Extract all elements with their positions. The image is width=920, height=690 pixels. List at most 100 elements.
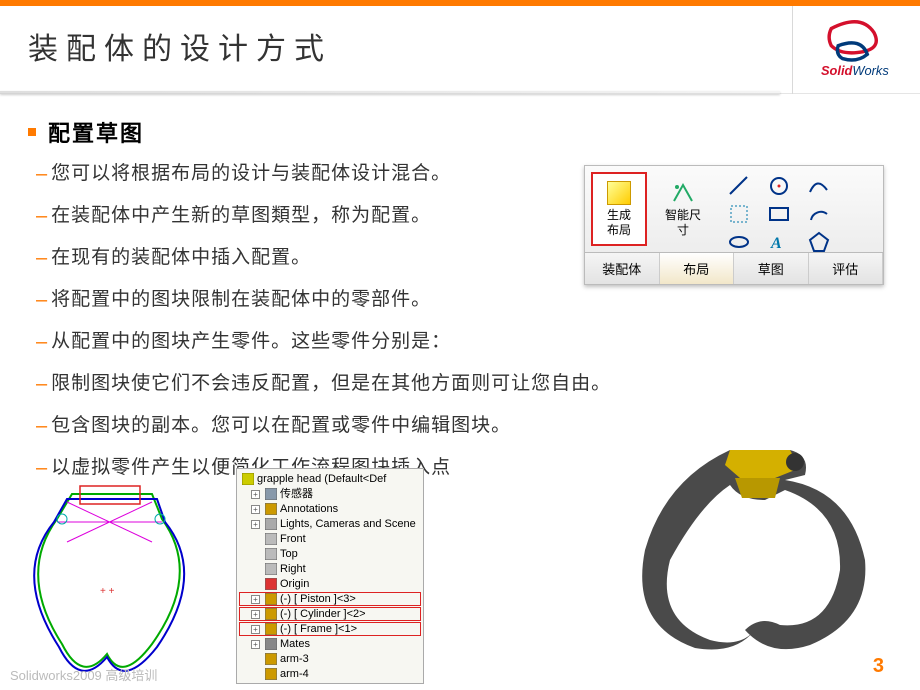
tree-label: (-) [ Frame ]<1> bbox=[280, 622, 357, 636]
tree-item[interactable]: + Mates bbox=[239, 637, 421, 651]
tab-layout[interactable]: 布局 bbox=[660, 253, 735, 284]
tree-node-icon bbox=[265, 608, 277, 620]
tree-label: link-2 bbox=[280, 682, 306, 684]
tree-label: Right bbox=[280, 562, 306, 576]
tree-label: Front bbox=[280, 532, 306, 546]
title-zone: 装配体的设计方式 bbox=[0, 6, 792, 94]
tree-node-icon bbox=[265, 623, 277, 635]
tree-label: Lights, Cameras and Scene bbox=[280, 517, 416, 531]
dimension-icon bbox=[671, 181, 695, 205]
svg-text:SolidWorks: SolidWorks bbox=[821, 63, 889, 78]
tree-label: Mates bbox=[280, 637, 310, 651]
toolbar-buttons-row: 生成 布局 智能尺 寸 A bbox=[585, 166, 883, 252]
feature-tree: grapple head (Default<Def + 传感器 + Annotatio… bbox=[236, 468, 424, 684]
tree-label: (-) [ Piston ]<3> bbox=[280, 592, 356, 606]
dash-icon: – bbox=[36, 244, 47, 272]
tree-item[interactable]: Top bbox=[239, 547, 421, 561]
tree-node-icon bbox=[265, 593, 277, 605]
btn-label: 智能尺 bbox=[665, 208, 701, 223]
text-icon[interactable]: A bbox=[767, 230, 791, 254]
polygon-icon[interactable] bbox=[807, 230, 831, 254]
tree-label: (-) [ Cylinder ]<2> bbox=[280, 607, 366, 621]
dash-icon: – bbox=[36, 202, 47, 230]
page-title: 装配体的设计方式 bbox=[28, 24, 792, 68]
tree-label: Annotations bbox=[280, 502, 338, 516]
dash-icon: – bbox=[36, 328, 47, 356]
content: 配置草图 –您可以将根据布局的设计与装配体设计混合。 –在装配体中产生新的草图類… bbox=[0, 94, 920, 482]
tree-item[interactable]: + Lights, Cameras and Scene bbox=[239, 517, 421, 531]
expand-icon[interactable]: + bbox=[251, 595, 260, 604]
expand-icon[interactable]: + bbox=[251, 505, 260, 514]
tree-item[interactable]: + (-) [ Piston ]<3> bbox=[239, 592, 421, 606]
tree-label: 传感器 bbox=[280, 487, 313, 501]
tree-node-icon bbox=[265, 668, 277, 680]
layout-icon bbox=[607, 181, 631, 205]
svg-text:+ +: + + bbox=[100, 586, 115, 597]
bullet-item: –从配置中的图块产生零件。这些零件分别是： bbox=[28, 328, 892, 356]
tree-node-icon bbox=[265, 518, 277, 530]
svg-text:A: A bbox=[770, 235, 782, 252]
toolbar-tabs: 装配体 布局 草图 评估 bbox=[585, 252, 883, 284]
arc-icon[interactable] bbox=[807, 202, 831, 226]
expand-icon[interactable]: + bbox=[251, 640, 260, 649]
bullet-item: –限制图块使它们不会违反配置，但是在其他方面则可让您自由。 bbox=[28, 370, 892, 398]
solidworks-logo-icon: SolidWorks bbox=[812, 20, 902, 80]
expand-icon[interactable]: + bbox=[251, 625, 260, 634]
tree-item[interactable]: + 传感器 bbox=[239, 487, 421, 501]
tree-node-icon bbox=[265, 548, 277, 560]
tree-item[interactable]: Origin bbox=[239, 577, 421, 591]
dash-icon: – bbox=[36, 370, 47, 398]
line-icon[interactable] bbox=[727, 174, 751, 198]
tree-item[interactable]: + Annotations bbox=[239, 502, 421, 516]
logo: SolidWorks bbox=[792, 6, 920, 94]
dash-icon: – bbox=[36, 160, 47, 188]
tree-item[interactable]: + (-) [ Frame ]<1> bbox=[239, 622, 421, 636]
tree-item[interactable]: + (-) [ Cylinder ]<2> bbox=[239, 607, 421, 621]
tree-item[interactable]: link-2 bbox=[239, 682, 421, 684]
expand-icon[interactable]: + bbox=[251, 490, 260, 499]
tab-assembly[interactable]: 装配体 bbox=[585, 253, 660, 284]
header: 装配体的设计方式 SolidWorks bbox=[0, 6, 920, 94]
tab-evaluate[interactable]: 评估 bbox=[809, 253, 884, 284]
bullet-square-icon bbox=[28, 128, 36, 136]
ellipse-icon[interactable] bbox=[727, 230, 751, 254]
toolbar-screenshot: 生成 布局 智能尺 寸 A 装配体 布局 草图 评估 bbox=[584, 165, 884, 285]
grid-icon[interactable] bbox=[727, 202, 751, 226]
tree-item[interactable]: Front bbox=[239, 532, 421, 546]
expand-icon[interactable]: + bbox=[251, 520, 260, 529]
tab-sketch[interactable]: 草图 bbox=[734, 253, 809, 284]
btn-label: 生成 bbox=[607, 208, 631, 223]
dash-icon: – bbox=[36, 286, 47, 314]
tree-item[interactable]: arm-3 bbox=[239, 652, 421, 666]
dash-icon: – bbox=[36, 412, 47, 440]
subtitle: 配置草图 bbox=[48, 116, 144, 148]
sketch-diagram: + + bbox=[12, 474, 208, 684]
tree-item[interactable]: arm-4 bbox=[239, 667, 421, 681]
tree-node-icon bbox=[265, 533, 277, 545]
tree-label: arm-3 bbox=[280, 652, 309, 666]
assembly-icon bbox=[242, 473, 254, 485]
bullet-item: –将配置中的图块限制在装配体中的零部件。 bbox=[28, 286, 892, 314]
footer-text: Solidworks2009 高级培训 bbox=[10, 665, 157, 684]
tree-node-icon bbox=[265, 488, 277, 500]
tree-node-icon bbox=[265, 503, 277, 515]
tree-root[interactable]: grapple head (Default<Def bbox=[239, 472, 421, 486]
tree-node-icon bbox=[265, 653, 277, 665]
smart-dimension-button[interactable]: 智能尺 寸 bbox=[655, 172, 711, 246]
btn-label: 布局 bbox=[607, 223, 631, 238]
tree-node-icon bbox=[265, 683, 277, 684]
sketch-tools: A bbox=[713, 166, 883, 252]
tree-item[interactable]: Right bbox=[239, 562, 421, 576]
rectangle-icon[interactable] bbox=[767, 202, 791, 226]
btn-label: 寸 bbox=[677, 223, 689, 238]
rendered-model bbox=[610, 430, 890, 660]
spline-icon[interactable] bbox=[807, 174, 831, 198]
tree-node-icon bbox=[265, 638, 277, 650]
expand-icon[interactable]: + bbox=[251, 610, 260, 619]
tree-label: Origin bbox=[280, 577, 309, 591]
circle-icon[interactable] bbox=[767, 174, 791, 198]
bottom-images: + + grapple head (Default<Def + 传感器 + Annot… bbox=[12, 468, 424, 684]
tree-node-icon bbox=[265, 578, 277, 590]
create-layout-button[interactable]: 生成 布局 bbox=[591, 172, 647, 246]
tree-node-icon bbox=[265, 563, 277, 575]
